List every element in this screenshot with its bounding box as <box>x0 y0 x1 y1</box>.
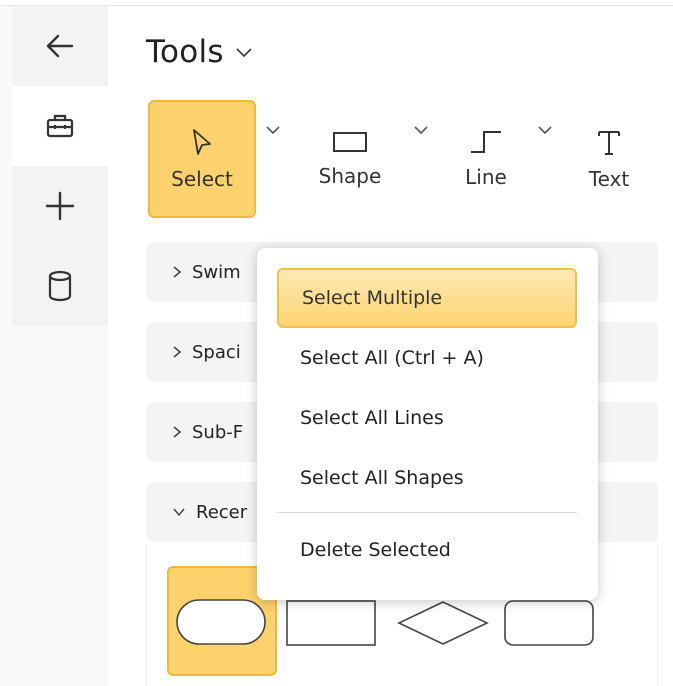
chevron-down-icon <box>173 508 185 517</box>
toolbox-icon <box>46 114 74 138</box>
left-rail <box>0 6 108 686</box>
page-title: Tools <box>146 34 224 70</box>
select-options-chevron-icon[interactable] <box>264 124 282 136</box>
select-tool-label: Select <box>171 167 233 191</box>
menu-item-select-all-lines[interactable]: Select All Lines <box>277 388 577 448</box>
line-tool-label: Line <box>465 165 507 189</box>
line-options-chevron-icon[interactable] <box>536 124 554 136</box>
menu-item-select-multiple[interactable]: Select Multiple <box>277 268 577 328</box>
select-options-menu: Select Multiple Select All (Ctrl + A) Se… <box>257 248 598 600</box>
chevron-right-icon <box>173 426 182 438</box>
shape-tool-label: Shape <box>318 164 382 188</box>
text-tool-button[interactable]: Text <box>564 100 654 218</box>
shape-tool-button[interactable]: Shape <box>296 100 404 218</box>
section-label: Recer <box>196 501 248 523</box>
section-label: Spaci <box>192 341 241 363</box>
plus-icon <box>45 191 75 221</box>
rectangle-icon <box>333 132 367 152</box>
database-icon <box>48 270 72 302</box>
rail-data-button[interactable] <box>12 246 108 326</box>
menu-divider <box>277 512 577 513</box>
rail-tools-button[interactable] <box>12 86 108 166</box>
chevron-right-icon <box>173 266 182 278</box>
section-label: Sub-F <box>192 421 244 443</box>
text-tool-label: Text <box>588 167 630 191</box>
back-arrow-icon <box>46 34 74 58</box>
back-button[interactable] <box>12 6 108 86</box>
menu-item-select-all[interactable]: Select All (Ctrl + A) <box>277 328 577 388</box>
diamond-shape-icon[interactable] <box>395 599 491 647</box>
rounded-rectangle-shape-icon[interactable] <box>503 599 597 647</box>
menu-item-select-all-shapes[interactable]: Select All Shapes <box>277 448 577 508</box>
menu-item-delete-selected[interactable]: Delete Selected <box>277 520 577 580</box>
rail-add-button[interactable] <box>12 166 108 246</box>
line-tool-button[interactable]: Line <box>434 100 538 218</box>
shape-options-chevron-icon[interactable] <box>412 124 430 136</box>
chevron-down-icon <box>236 48 252 58</box>
rectangle-shape-icon[interactable] <box>285 599 377 647</box>
select-tool-button[interactable]: Select <box>148 100 256 218</box>
tools-header-dropdown[interactable]: Tools <box>146 34 254 70</box>
chevron-right-icon <box>173 346 182 358</box>
elbow-line-icon <box>471 131 501 153</box>
section-label: Swim <box>192 261 241 283</box>
cursor-icon <box>193 129 211 155</box>
text-icon <box>598 131 620 155</box>
